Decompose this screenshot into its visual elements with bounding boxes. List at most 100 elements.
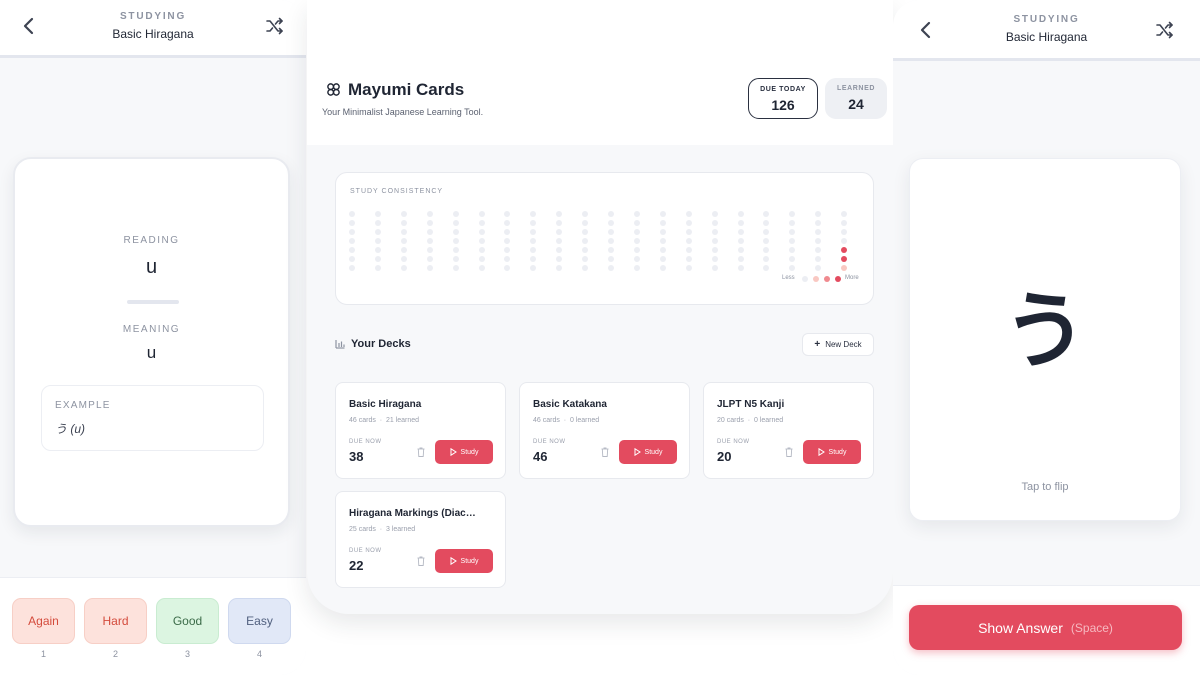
activity-day-dot <box>426 238 433 244</box>
hard-button[interactable]: Hard <box>84 598 147 644</box>
activity-day-dot <box>504 247 511 253</box>
activity-day-dot <box>841 265 848 271</box>
activity-day-dot <box>452 211 459 217</box>
trash-icon[interactable] <box>417 556 425 566</box>
activity-day-dot <box>711 238 718 244</box>
activity-day-dot <box>349 229 355 235</box>
due-today-stat[interactable]: DUE TODAY 126 <box>748 78 818 119</box>
activity-day-dot <box>633 238 640 244</box>
activity-day-dot <box>737 247 744 253</box>
learned-value: 24 <box>848 96 864 112</box>
trash-icon[interactable] <box>417 447 425 457</box>
new-deck-button[interactable]: + New Deck <box>802 333 874 356</box>
activity-day-dot <box>478 211 485 217</box>
easy-button[interactable]: Easy <box>228 598 291 644</box>
study-header: STUDYING Basic Hiragana <box>0 0 306 58</box>
flashcard-back[interactable]: READING u MEANING u EXAMPLE う (u) <box>13 157 290 527</box>
activity-day-dot <box>815 256 822 262</box>
activity-day-dot <box>478 229 485 235</box>
activity-day-dot <box>400 265 407 271</box>
activity-day-dot <box>478 256 485 262</box>
good-button[interactable]: Good <box>156 598 219 644</box>
trash-icon[interactable] <box>785 447 793 457</box>
activity-day-dot <box>452 229 459 235</box>
card-divider <box>127 300 179 304</box>
learned-stat[interactable]: LEARNED 24 <box>825 78 887 119</box>
activity-day-dot <box>582 220 589 226</box>
deck-name: Hiragana Markings (Diac… <box>349 508 476 519</box>
study-header: STUDYING Basic Hiragana <box>893 0 1200 61</box>
activity-day-dot <box>478 220 485 226</box>
deck-meta: 20 cards · 0 learned <box>717 417 784 424</box>
deck-meta: 25 cards · 3 learned <box>349 526 416 533</box>
activity-day-dot <box>815 211 822 217</box>
activity-day-dot <box>737 265 744 271</box>
flashcard-front[interactable]: う Tap to flip <box>909 158 1181 521</box>
activity-day-dot <box>400 247 407 253</box>
your-decks-title: Your Decks <box>351 338 411 350</box>
activity-day-dot <box>400 256 407 262</box>
activity-day-dot <box>504 220 511 226</box>
deck-card[interactable]: Hiragana Markings (Diac… 25 cards · 3 le… <box>335 491 506 588</box>
deck-title: Basic Hiragana <box>1005 30 1088 44</box>
shuffle-icon[interactable] <box>1156 21 1174 39</box>
activity-day-dot <box>608 247 614 253</box>
activity-day-dot <box>556 220 563 226</box>
activity-day-dot <box>711 265 718 271</box>
activity-day-dot <box>400 238 407 244</box>
example-label: EXAMPLE <box>55 400 111 411</box>
legend-dot-empty <box>802 276 808 282</box>
activity-day-dot <box>763 256 770 262</box>
good-shortcut: 3 <box>184 649 190 659</box>
study-button[interactable]: Study <box>435 440 493 464</box>
activity-day-dot <box>426 220 433 226</box>
deck-card[interactable]: JLPT N5 Kanji 20 cards · 0 learned DUE N… <box>703 382 874 479</box>
activity-day-dot <box>530 211 537 217</box>
activity-day-dot <box>789 247 796 253</box>
again-button[interactable]: Again <box>12 598 75 644</box>
rating-bar: Again 1 Hard 2 Good 3 Easy 4 <box>0 577 306 675</box>
activity-day-dot <box>815 229 822 235</box>
activity-day-dot <box>426 247 433 253</box>
deck-card[interactable]: Basic Katakana 46 cards · 0 learned DUE … <box>519 382 690 479</box>
activity-day-dot <box>478 265 485 271</box>
activity-day-dot <box>763 247 770 253</box>
activity-day-dot <box>633 211 640 217</box>
activity-day-dot <box>504 256 511 262</box>
dashboard-header: Mayumi Cards Your Minimalist Japanese Le… <box>307 62 893 145</box>
activity-day-dot <box>841 211 848 217</box>
activity-day-dot <box>633 247 640 253</box>
due-now-label: DUE NOW <box>349 439 382 445</box>
study-button[interactable]: Study <box>435 549 493 573</box>
activity-day-dot <box>374 256 381 262</box>
shuffle-icon[interactable] <box>266 17 284 35</box>
activity-day-dot <box>685 265 692 271</box>
activity-day-dot <box>737 211 744 217</box>
study-consistency-panel: STUDY CONSISTENCY Less More <box>335 172 874 305</box>
activity-day-dot <box>841 256 848 262</box>
trash-icon[interactable] <box>601 447 609 457</box>
activity-day-dot <box>815 247 822 253</box>
activity-day-dot <box>530 238 537 244</box>
activity-day-dot <box>582 256 589 262</box>
play-icon <box>450 448 457 456</box>
study-button[interactable]: Study <box>619 440 677 464</box>
show-answer-button[interactable]: Show Answer (Space) <box>909 605 1182 650</box>
activity-day-dot <box>815 220 822 226</box>
activity-day-dot <box>841 238 848 244</box>
activity-day-dot <box>349 247 355 253</box>
due-now-value: 46 <box>533 449 548 464</box>
activity-day-dot <box>530 247 537 253</box>
activity-day-dot <box>349 256 355 262</box>
due-now-label: DUE NOW <box>349 548 382 554</box>
deck-card[interactable]: Basic Hiragana 46 cards · 21 learned DUE… <box>335 382 506 479</box>
reading-label: READING <box>123 235 180 246</box>
again-shortcut: 1 <box>40 649 46 659</box>
example-box: EXAMPLE う (u) <box>41 385 264 451</box>
activity-day-dot <box>452 247 459 253</box>
activity-day-dot <box>685 220 692 226</box>
app-showcase: STUDYING Basic Hiragana READING u MEANIN… <box>0 0 1200 675</box>
studying-label: STUDYING <box>119 11 187 22</box>
app-title: Mayumi Cards <box>348 80 465 99</box>
study-button[interactable]: Study <box>803 440 861 464</box>
